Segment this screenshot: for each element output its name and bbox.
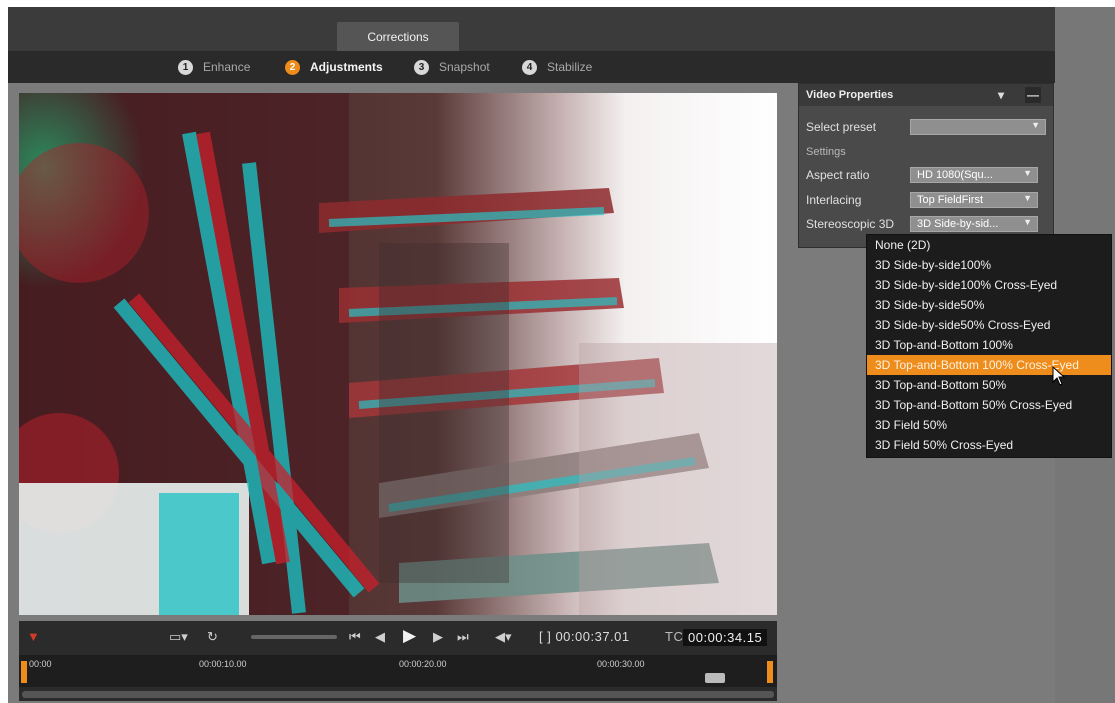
stereo-option[interactable]: 3D Top-and-Bottom 100% [867,335,1111,355]
stereo-option[interactable]: 3D Side-by-side100% Cross-Eyed [867,275,1111,295]
select-preset-label: Select preset [806,120,877,134]
chevron-down-icon: ▼ [1023,193,1032,203]
stereo-option[interactable]: 3D Side-by-side50% Cross-Eyed [867,315,1111,335]
mouse-pointer-icon [1052,366,1066,386]
top-bar: Corrections [8,7,1055,51]
stereoscopic-options-list: None (2D) 3D Side-by-side100% 3D Side-by… [866,234,1112,458]
anaglyph-waterwheel-frame [19,93,777,615]
go-to-start-icon[interactable]: ⏮ [349,629,361,645]
step-number: 1 [178,59,193,75]
stereo-option[interactable]: 3D Field 50% [867,415,1111,435]
in-point-marker[interactable] [21,661,27,683]
aspect-ratio-value: HD 1080(Squ... [917,169,993,181]
panel-header: Video Properties ▾ — [799,84,1053,106]
stereoscopic-value: 3D Side-by-sid... [917,218,999,230]
step-number: 3 [414,59,429,75]
step-forward-icon[interactable]: ▶ [433,629,443,645]
go-to-end-icon[interactable]: ⏭ [457,629,469,645]
step-label: Snapshot [439,60,490,74]
ruler-tick-label: 00:00 [29,659,52,669]
panel-collapse-icon[interactable]: — [1025,87,1041,103]
tab-corrections[interactable]: Corrections [337,22,459,51]
stereoscopic-dropdown[interactable]: 3D Side-by-sid... ▼ [910,216,1038,232]
volume-slider[interactable] [251,635,337,639]
chevron-down-icon: ▼ [1023,168,1032,178]
out-point-marker[interactable] [767,661,773,683]
marker-icon[interactable]: ▼ [27,629,40,644]
step-adjustments[interactable]: 2 Adjustments [285,51,383,83]
step-snapshot[interactable]: 3 Snapshot [414,51,490,83]
interlacing-dropdown[interactable]: Top FieldFirst ▼ [910,192,1038,208]
stereo-option[interactable]: None (2D) [867,235,1111,255]
step-enhance[interactable]: 1 Enhance [178,51,250,83]
transport-bar: ▼ ▭▾ ↻ ⏮ ◀ ▶ ▶ ⏭ ◀▾ [ ] 00:00:37.01 TC 0… [19,621,777,701]
stereoscopic-label: Stereoscopic 3D [806,217,895,231]
panel-title: Video Properties [806,89,894,101]
panel-menu-icon[interactable]: ▾ [993,87,1009,103]
ruler-tick-label: 00:00:20.00 [399,659,447,669]
stereo-option[interactable]: 3D Side-by-side100% [867,255,1111,275]
ruler-tick-label: 00:00:10.00 [199,659,247,669]
playhead-scrubber[interactable] [705,673,725,683]
settings-group-label: Settings [806,146,846,158]
step-number: 4 [522,59,537,75]
interlacing-label: Interlacing [806,193,862,207]
timeline-scrollbar[interactable] [22,691,774,698]
stereo-option[interactable]: 3D Field 50% Cross-Eyed [867,435,1111,455]
step-label: Enhance [203,60,251,74]
chevron-down-icon: ▼ [1031,120,1040,130]
ruler-tick-label: 00:00:30.00 [597,659,645,669]
loop-icon[interactable]: ↻ [207,629,218,645]
play-icon[interactable]: ▶ [403,626,416,646]
step-number: 2 [285,59,300,75]
speaker-icon[interactable]: ◀▾ [495,629,512,645]
video-preview[interactable] [19,93,777,615]
step-back-icon[interactable]: ◀ [375,629,385,645]
aspect-ratio-dropdown[interactable]: HD 1080(Squ... ▼ [910,167,1038,183]
correction-steps-bar: 1 Enhance 2 Adjustments 3 Snapshot 4 Sta… [8,51,1055,83]
aspect-toggle-icon[interactable]: ▭▾ [169,629,188,645]
duration-readout: [ ] 00:00:37.01 [539,629,630,644]
timeline-ruler[interactable]: 00:00 00:00:10.00 00:00:20.00 00:00:30.0… [19,655,777,687]
stereo-option[interactable]: 3D Top-and-Bottom 50% [867,375,1111,395]
tc-label: TC [665,629,684,644]
aspect-ratio-label: Aspect ratio [806,168,870,182]
stereo-option-highlighted[interactable]: 3D Top-and-Bottom 100% Cross-Eyed [867,355,1111,375]
step-stabilize[interactable]: 4 Stabilize [522,51,592,83]
interlacing-value: Top FieldFirst [917,194,984,206]
stereo-option[interactable]: 3D Side-by-side50% [867,295,1111,315]
step-label: Stabilize [547,60,593,74]
tc-readout[interactable]: 00:00:34.15 [683,629,768,646]
select-preset-dropdown[interactable]: ▼ [910,119,1046,135]
step-label: Adjustments [310,60,383,74]
stereo-option[interactable]: 3D Top-and-Bottom 50% Cross-Eyed [867,395,1111,415]
chevron-down-icon: ▼ [1023,217,1032,227]
video-properties-panel: Video Properties ▾ — Select preset ▼ Set… [798,83,1054,248]
